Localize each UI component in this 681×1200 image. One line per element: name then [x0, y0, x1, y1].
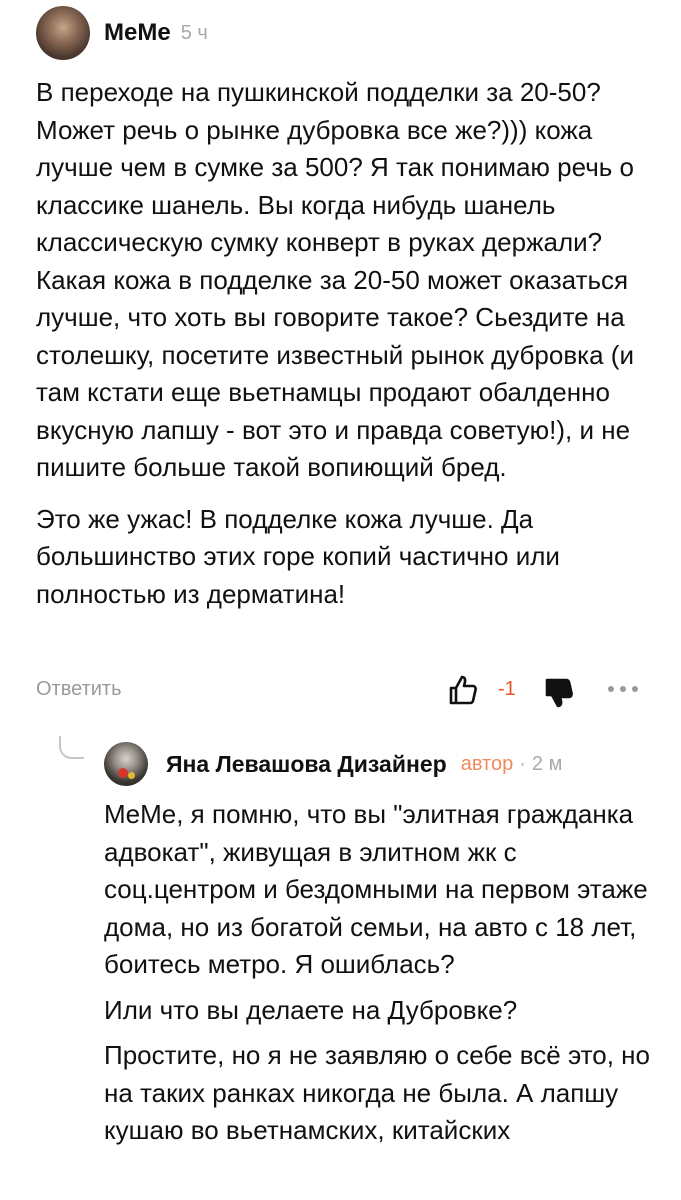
reply-header: Яна Левашова Дизайнер автор · 2 м [104, 742, 562, 786]
more-icon[interactable] [606, 682, 640, 696]
reply-paragraph: MeMe, я помню, что вы "элитная гражданка… [104, 799, 648, 979]
like-icon[interactable] [448, 674, 478, 706]
reply-body: MeMe, я помню, что вы "элитная гражданка… [104, 796, 654, 1150]
timestamp: 5 ч [180, 21, 208, 44]
thread-connector-icon [59, 736, 84, 759]
author-name[interactable]: Яна Левашова Дизайнер [166, 751, 447, 778]
reply-paragraph: Или что вы делаете на Дубровке? [104, 994, 518, 1025]
avatar[interactable] [36, 6, 90, 60]
comment-paragraph: Это же ужас! В подделке кожа лучше. Да б… [36, 503, 560, 609]
reply-paragraph: Простите, но я не заявляю о себе всё это… [104, 1040, 650, 1145]
score-value: -1 [498, 678, 516, 700]
separator: · [519, 752, 526, 775]
comment-actions: Ответить -1 [36, 672, 641, 712]
comment-body: В переходе на пушкинской подделки за 20-… [36, 74, 656, 613]
timestamp: 2 м [531, 752, 563, 775]
author-badge: автор [460, 752, 514, 775]
comment-header: MeMe 5 ч [36, 6, 208, 60]
author-name[interactable]: MeMe [104, 19, 171, 47]
avatar[interactable] [104, 742, 148, 786]
dislike-icon[interactable] [544, 676, 574, 708]
reply-button[interactable]: Ответить [36, 678, 122, 701]
comment-paragraph: В переходе на пушкинской подделки за 20-… [36, 77, 634, 482]
